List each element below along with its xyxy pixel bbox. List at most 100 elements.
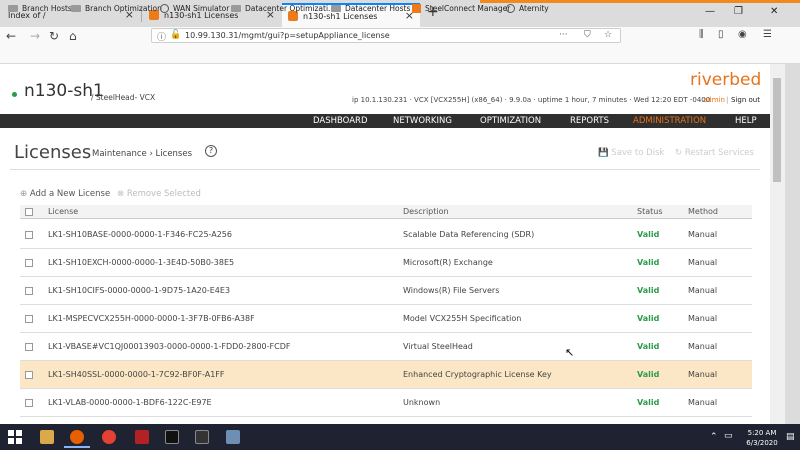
table-row[interactable]: LK1-VLAB-0000-0000-1-BDF6-122C-E97E Unkn… [20, 389, 752, 417]
bookmark-branch-hosts[interactable]: Branch Hosts [8, 4, 72, 13]
more-actions-icon[interactable]: ··· [559, 30, 568, 40]
license-status: Valid [637, 370, 660, 379]
table-row[interactable]: LK1-VBASE#VC1QJ00013903-0000-0000-1-FDD0… [20, 333, 752, 361]
breadcrumb[interactable]: Maintenance › Licenses [92, 149, 192, 159]
table-header: License Description Status Method [20, 205, 752, 219]
menu-networking[interactable]: NETWORKING [393, 116, 452, 126]
bookmark-datacenter-hosts[interactable]: Datacenter Hosts [331, 4, 410, 13]
file-explorer-icon[interactable] [40, 430, 54, 444]
row-checkbox[interactable] [25, 231, 33, 239]
back-arrow-icon[interactable]: ← [6, 29, 16, 43]
bookmark-label: SteelConnect Manager [425, 4, 511, 13]
separator: | [726, 96, 729, 104]
license-description: Scalable Data Referencing (SDR) [403, 230, 535, 239]
restart-services-button[interactable]: ↻ Restart Services [675, 148, 754, 158]
license-key: LK1-MSPECVCX255H-0000-0000-1-3F7B-0FB6-A… [48, 314, 255, 323]
divider [10, 169, 760, 170]
license-key: LK1-SH40SSL-0000-0000-1-7C92-BF0F-A1FF [48, 370, 225, 379]
row-checkbox[interactable] [25, 259, 33, 267]
bookmark-label: Datacenter Hosts [345, 4, 411, 13]
select-all-checkbox[interactable] [25, 208, 33, 216]
network-tray-icon[interactable]: ▭ [724, 431, 733, 441]
app-header [0, 64, 770, 114]
reload-icon[interactable]: ↻ [49, 29, 59, 43]
notification-up-icon[interactable]: ⌃ [710, 432, 718, 442]
putty-icon[interactable] [195, 430, 209, 444]
user-name[interactable]: admin [703, 96, 725, 104]
account-icon[interactable]: ◉ [738, 29, 747, 40]
system-clock[interactable]: 5:20 AM 6/3/2020 [742, 428, 782, 448]
table-row[interactable]: LK1-SH10EXCH-0000-0000-1-3E4D-50B0-38E5 … [20, 249, 752, 277]
hamburger-menu-icon[interactable]: ☰ [763, 29, 772, 40]
forward-arrow-icon[interactable]: → [30, 29, 40, 43]
network-app-icon[interactable] [226, 430, 240, 444]
save-to-disk-button[interactable]: 💾 Save to Disk [598, 148, 664, 158]
row-checkbox[interactable] [25, 287, 33, 295]
menu-dashboard[interactable]: DASHBOARD [313, 116, 368, 126]
column-status[interactable]: Status [637, 207, 663, 216]
save-disk-icon: 💾 [598, 148, 609, 158]
url-text: 10.99.130.31/mgmt/gui?p=setupAppliance_l… [185, 31, 390, 40]
firefox-icon[interactable] [70, 430, 84, 444]
bookmark-label: Aternity [519, 4, 549, 13]
chrome-icon[interactable] [102, 430, 116, 444]
menu-optimization[interactable]: OPTIMIZATION [480, 116, 541, 126]
add-license-button[interactable]: ⊕ Add a New License [20, 189, 110, 199]
table-row[interactable]: LK1-MSPECVCX255H-0000-0000-1-3F7B-0FB6-A… [20, 305, 752, 333]
license-key: LK1-SH10CIFS-0000-0000-1-9D75-1A20-E4E3 [48, 286, 231, 295]
windows-start-icon[interactable] [8, 430, 22, 444]
table-row[interactable]: LK1-SH10CIFS-0000-0000-1-9D75-1A20-E4E3 … [20, 277, 752, 305]
pocket-icon[interactable]: ⛉ [584, 30, 591, 40]
table-row-highlighted[interactable]: LK1-SH40SSL-0000-0000-1-7C92-BF0F-A1FF E… [20, 361, 752, 389]
bookmark-steelconnect-manager[interactable]: SteelConnect Manager [412, 4, 510, 13]
bookmark-branch-optimization[interactable]: Branch Optimization [71, 4, 162, 13]
filezilla-icon[interactable] [135, 430, 149, 444]
info-icon[interactable]: ⓘ [157, 30, 166, 43]
restart-icon: ↻ [675, 148, 683, 158]
active-app-indicator [64, 446, 90, 448]
taskbar [0, 424, 800, 450]
column-method[interactable]: Method [688, 207, 718, 216]
terminal-icon[interactable] [165, 430, 179, 444]
license-key: LK1-SH10EXCH-0000-0000-1-3E4D-50B0-38E5 [48, 258, 235, 267]
main-menu-bar: DASHBOARD NETWORKING OPTIMIZATION REPORT… [0, 114, 770, 128]
license-status: Valid [637, 258, 660, 267]
row-checkbox[interactable] [25, 315, 33, 323]
menu-help[interactable]: HELP [735, 116, 757, 126]
sidebar-icon[interactable]: ▯ [718, 29, 724, 40]
remove-icon: ⊗ [117, 189, 125, 199]
license-method: Manual [688, 314, 718, 323]
minimize-button[interactable]: — [705, 6, 715, 17]
license-status: Valid [637, 342, 660, 351]
menu-reports[interactable]: REPORTS [570, 116, 609, 126]
sign-out-link[interactable]: Sign out [731, 96, 760, 104]
column-description[interactable]: Description [403, 207, 449, 216]
title-accent-bar [480, 0, 800, 3]
status-indicator-icon [12, 92, 17, 97]
row-checkbox[interactable] [25, 399, 33, 407]
riverbed-logo: riverbed [690, 70, 762, 90]
row-checkbox[interactable] [25, 371, 33, 379]
help-icon[interactable]: ? [205, 145, 217, 157]
scrollbar-thumb[interactable] [773, 78, 781, 182]
bookmark-wan-simulator[interactable]: WAN Simulator [160, 4, 229, 13]
notifications-icon[interactable]: ▤ [786, 432, 795, 442]
folder-icon [331, 5, 341, 12]
restore-button[interactable]: ❐ [734, 6, 743, 17]
library-icon[interactable]: ⫼ [699, 29, 704, 40]
remove-selected-button[interactable]: ⊗ Remove Selected [117, 189, 201, 199]
home-icon[interactable]: ⌂ [69, 29, 77, 43]
license-method: Manual [688, 398, 718, 407]
insecure-lock-icon[interactable]: 🔓 [170, 30, 181, 40]
window-close-button[interactable]: ✕ [770, 6, 778, 17]
bookmark-star-icon[interactable]: ☆ [604, 30, 612, 40]
license-description: Enhanced Cryptographic License Key [403, 370, 552, 379]
bookmark-aternity[interactable]: Aternity [506, 4, 549, 13]
table-row[interactable]: LK1-SH10BASE-0000-0000-1-F346-FC25-A256 … [20, 221, 752, 249]
row-checkbox[interactable] [25, 343, 33, 351]
column-license[interactable]: License [48, 207, 78, 216]
address-bar[interactable]: ⓘ 🔓 10.99.130.31/mgmt/gui?p=setupApplian… [151, 28, 621, 43]
menu-administration[interactable]: ADMINISTRATION [633, 116, 706, 126]
bookmark-label: WAN Simulator [173, 4, 230, 13]
bookmark-datacenter-optimization[interactable]: Datacenter Optimizati... [231, 4, 335, 13]
